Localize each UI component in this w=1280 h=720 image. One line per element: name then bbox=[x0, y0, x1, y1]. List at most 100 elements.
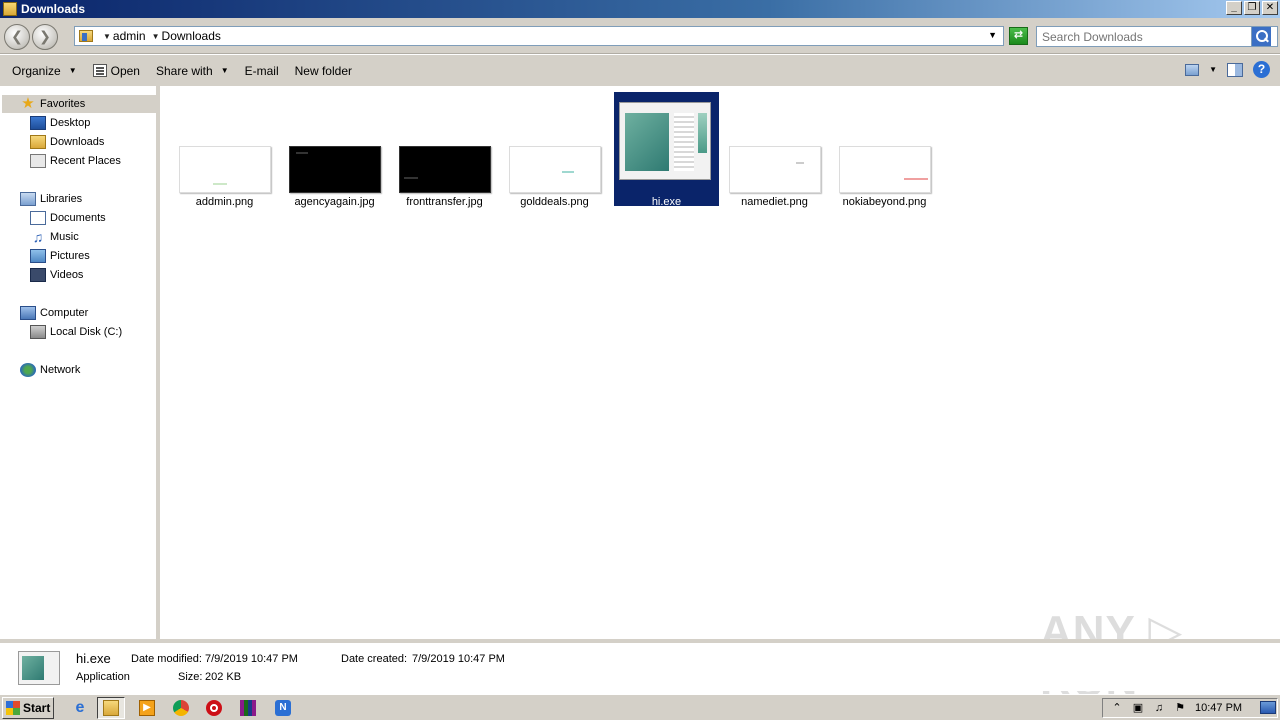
breadcrumb-downloads[interactable]: Downloads bbox=[162, 29, 221, 43]
help-icon[interactable]: ? bbox=[1253, 61, 1270, 78]
explorer-taskbar-button[interactable] bbox=[97, 697, 125, 719]
application-thumbnail bbox=[18, 651, 60, 685]
nav-desktop[interactable]: Desktop bbox=[30, 114, 90, 132]
open-label: Open bbox=[110, 63, 140, 78]
volume-icon[interactable]: ♫ bbox=[1152, 701, 1166, 715]
change-view-icon[interactable] bbox=[1185, 63, 1200, 76]
chrome-icon bbox=[173, 700, 189, 716]
opera-icon bbox=[206, 700, 222, 716]
nav-desktop-label: Desktop bbox=[50, 117, 91, 129]
pictures-icon bbox=[30, 249, 46, 263]
nav-videos[interactable]: Videos bbox=[30, 266, 83, 284]
open-button[interactable]: Open bbox=[85, 60, 148, 82]
new-folder-label: New folder bbox=[294, 63, 352, 78]
nav-pictures[interactable]: Pictures bbox=[30, 247, 90, 265]
notepad-plus-taskbar-button[interactable]: N bbox=[269, 697, 297, 719]
back-button[interactable]: ❮ bbox=[4, 24, 30, 50]
details-file-name: hi.exe bbox=[76, 651, 111, 666]
preview-pane-icon[interactable] bbox=[1227, 62, 1243, 77]
search-icon[interactable] bbox=[1251, 27, 1271, 46]
window-controls: _ ❐ ✕ bbox=[1226, 1, 1278, 15]
email-button[interactable]: E-mail bbox=[237, 60, 287, 82]
address-bar[interactable]: ▼ admin ▼ Downloads ▼ bbox=[74, 26, 1004, 46]
opera-taskbar-button[interactable] bbox=[200, 697, 228, 719]
file-item[interactable]: golddeals.png bbox=[502, 92, 607, 208]
search-input[interactable] bbox=[1037, 29, 1251, 44]
search-box bbox=[1036, 26, 1278, 47]
window-title: Downloads bbox=[21, 2, 86, 16]
start-button[interactable]: Start bbox=[2, 697, 54, 719]
new-folder-button[interactable]: New folder bbox=[287, 60, 360, 82]
refresh-button[interactable]: ⇄ bbox=[1009, 27, 1028, 45]
application-thumbnail bbox=[619, 102, 711, 180]
show-desktop-icon[interactable] bbox=[1260, 701, 1276, 714]
date-modified-value: 7/9/2019 10:47 PM bbox=[205, 653, 298, 665]
view-controls: ▼ ? bbox=[1185, 61, 1270, 78]
downloads-folder-icon bbox=[30, 135, 46, 149]
nav-local-disk-label: Local Disk (C:) bbox=[50, 326, 123, 338]
videos-icon bbox=[30, 268, 46, 282]
nav-libraries-label: Libraries bbox=[40, 193, 83, 205]
folder-icon bbox=[3, 2, 17, 16]
file-item[interactable]: addmin.png bbox=[172, 92, 277, 208]
nav-favorites[interactable]: ★ Favorites bbox=[2, 95, 156, 113]
image-thumbnail bbox=[729, 146, 821, 193]
file-name: addmin.png bbox=[195, 196, 254, 208]
windows-logo-icon bbox=[6, 701, 20, 715]
nav-recent-places[interactable]: Recent Places bbox=[30, 152, 121, 170]
address-dropdown-icon[interactable]: ▼ bbox=[988, 30, 997, 40]
date-created-label: Date created: bbox=[341, 653, 408, 665]
nav-documents[interactable]: Documents bbox=[30, 209, 106, 227]
nav-downloads[interactable]: Downloads bbox=[30, 133, 104, 151]
file-name: nokiabeyond.png bbox=[842, 196, 927, 208]
computer-icon bbox=[20, 306, 36, 320]
file-item[interactable]: agencyagain.jpg bbox=[282, 92, 387, 208]
local-disk-icon bbox=[30, 325, 46, 339]
media-player-taskbar-button[interactable]: ▶ bbox=[133, 697, 161, 719]
organize-label: Organize bbox=[12, 63, 61, 78]
nav-libraries[interactable]: Libraries bbox=[20, 190, 82, 208]
chevron-right-icon[interactable]: ▼ bbox=[103, 32, 111, 41]
navigation-pane: ★ Favorites Desktop Downloads Recent Pla… bbox=[0, 86, 160, 639]
nav-favorites-label: Favorites bbox=[40, 98, 86, 110]
chevron-down-icon[interactable]: ▼ bbox=[1209, 65, 1217, 74]
restore-button[interactable]: ❐ bbox=[1244, 1, 1260, 15]
share-with-button[interactable]: Share with ▼ bbox=[148, 60, 237, 82]
network-status-icon[interactable]: ▣ bbox=[1131, 701, 1145, 715]
show-hidden-icons-icon[interactable]: ⌃ bbox=[1110, 701, 1124, 715]
image-thumbnail bbox=[509, 146, 601, 193]
forward-button[interactable]: ❯ bbox=[32, 24, 58, 50]
internet-explorer-icon: e bbox=[75, 699, 85, 716]
nav-local-disk[interactable]: Local Disk (C:) bbox=[30, 323, 122, 341]
taskbar: Start e ▶ N ⌃ ▣ ♫ ⚑ 10:47 PM bbox=[0, 694, 1280, 720]
minimize-button[interactable]: _ bbox=[1226, 1, 1242, 15]
file-item[interactable]: nokiabeyond.png bbox=[832, 92, 937, 208]
file-name: golddeals.png bbox=[520, 196, 589, 208]
music-icon: ♫ bbox=[32, 229, 44, 245]
internet-explorer-taskbar-button[interactable]: e bbox=[66, 697, 94, 719]
file-name: hi.exe bbox=[651, 196, 682, 208]
organize-button[interactable]: Organize ▼ bbox=[4, 60, 85, 82]
image-thumbnail bbox=[179, 146, 271, 193]
file-item[interactable]: fronttransfer.jpg bbox=[392, 92, 497, 208]
winrar-taskbar-button[interactable] bbox=[234, 697, 262, 719]
start-label: Start bbox=[23, 701, 51, 715]
breadcrumb-admin[interactable]: admin bbox=[113, 29, 146, 43]
nav-music[interactable]: ♫ Music bbox=[30, 228, 79, 246]
close-button[interactable]: ✕ bbox=[1262, 1, 1278, 15]
nav-computer[interactable]: Computer bbox=[20, 304, 88, 322]
chevron-right-icon[interactable]: ▼ bbox=[152, 32, 160, 41]
file-name: namediet.png bbox=[741, 196, 808, 208]
date-created-value: 7/9/2019 10:47 PM bbox=[412, 653, 505, 665]
system-tray: ⌃ ▣ ♫ ⚑ bbox=[1102, 698, 1278, 718]
taskbar-clock[interactable]: 10:47 PM bbox=[1195, 702, 1242, 714]
nav-recent-places-label: Recent Places bbox=[50, 155, 121, 167]
action-center-flag-icon[interactable]: ⚑ bbox=[1173, 701, 1187, 715]
nav-pictures-label: Pictures bbox=[50, 250, 90, 262]
nav-downloads-label: Downloads bbox=[50, 136, 105, 148]
file-item-selected[interactable]: hi.exe bbox=[614, 92, 719, 208]
file-item[interactable]: namediet.png bbox=[722, 92, 827, 208]
email-label: E-mail bbox=[244, 63, 279, 78]
nav-network[interactable]: Network bbox=[20, 361, 80, 379]
chrome-taskbar-button[interactable] bbox=[167, 697, 195, 719]
